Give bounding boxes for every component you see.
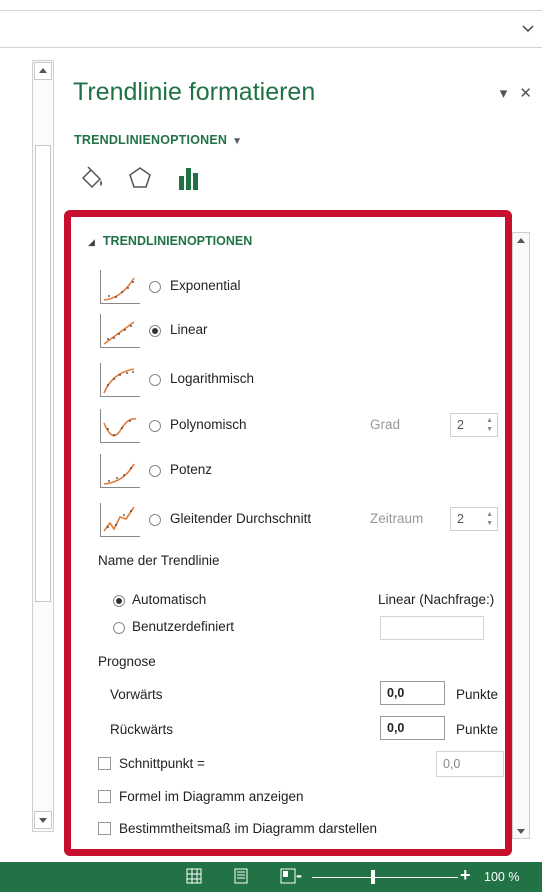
formula-bar[interactable]	[0, 10, 542, 48]
options-category-label: TRENDLINIENOPTIONEN	[74, 133, 228, 147]
effects-pentagon-icon[interactable]	[126, 164, 154, 192]
forward-unit: Punkte	[456, 687, 499, 702]
display-equation-checkbox[interactable]	[98, 790, 111, 803]
scroll-up-icon	[39, 68, 47, 73]
pane-controls: ▾ ✕	[492, 84, 532, 102]
polynomial-order-spinner[interactable]: 2 ▲ ▼	[450, 413, 498, 437]
scroll-down-icon	[39, 818, 47, 823]
pane-title: Trendlinie formatieren	[73, 78, 316, 106]
custom-name-input[interactable]	[380, 616, 484, 640]
zoom-slider-knob[interactable]	[371, 870, 375, 884]
zoom-slider-track[interactable]	[312, 877, 458, 878]
label-linear: Linear	[170, 322, 208, 337]
automatic-name-value: Linear (Nachfrage:)	[378, 592, 495, 607]
trendline-name-heading: Name der Trendlinie	[98, 553, 220, 568]
label-exponential: Exponential	[170, 278, 241, 293]
trend-option-polynomial[interactable]: Polynomisch Grad 2 ▲ ▼	[100, 409, 505, 443]
trend-option-exponential[interactable]: Exponential	[100, 270, 505, 304]
trend-option-power[interactable]: Potenz	[100, 454, 505, 488]
forward-label: Vorwärts	[110, 687, 163, 702]
scroll-up-icon[interactable]	[513, 233, 529, 247]
radio-linear[interactable]	[149, 325, 161, 337]
moving-average-period-spinner[interactable]: 2 ▲ ▼	[450, 507, 498, 531]
polynomial-order-value: 2	[457, 418, 464, 432]
close-icon[interactable]: ✕	[519, 85, 532, 102]
status-bar: - + 100 %	[0, 862, 542, 892]
radio-logarithmic[interactable]	[149, 374, 161, 386]
task-pane-options-icon[interactable]: ▾	[500, 85, 508, 102]
section-header[interactable]: ◢ TRENDLINIENOPTIONEN	[88, 234, 252, 248]
zoom-out-button[interactable]: -	[296, 865, 302, 886]
dropdown-triangle-icon: ▼	[232, 136, 243, 147]
page-layout-view-icon[interactable]	[233, 868, 249, 884]
radio-automatic[interactable]	[113, 595, 125, 607]
scroll-thumb[interactable]	[35, 145, 51, 602]
moving-average-period-label: Zeitraum	[370, 511, 424, 526]
pane-tab-icons	[78, 164, 219, 196]
forecast-heading: Prognose	[98, 654, 156, 669]
zoom-level[interactable]: 100 %	[484, 870, 519, 884]
intercept-label[interactable]: Schnittpunkt =	[119, 756, 205, 771]
spinner-arrows-icon[interactable]: ▲ ▼	[486, 510, 493, 528]
forward-input[interactable]: 0,0	[380, 681, 445, 705]
trend-option-moving-average[interactable]: Gleitender Durchschnitt Zeitraum 2 ▲ ▼	[100, 503, 505, 537]
display-r-squared-checkbox[interactable]	[98, 822, 111, 835]
intercept-input[interactable]: 0,0	[436, 751, 504, 777]
label-power: Potenz	[170, 462, 213, 477]
normal-view-icon[interactable]	[186, 868, 202, 884]
trend-option-linear[interactable]: Linear	[100, 314, 505, 348]
radio-exponential[interactable]	[149, 281, 161, 293]
radio-power[interactable]	[149, 465, 161, 477]
zoom-in-button[interactable]: +	[460, 865, 471, 886]
trendline-options-bar-chart-icon[interactable]	[175, 164, 203, 192]
spinner-arrows-icon[interactable]: ▲ ▼	[486, 416, 493, 434]
label-logarithmic: Logarithmisch	[170, 371, 255, 386]
scroll-up-button[interactable]	[34, 62, 52, 80]
chevron-down-icon[interactable]	[520, 20, 536, 36]
intercept-checkbox[interactable]	[98, 757, 111, 770]
display-r-squared-label[interactable]: Bestimmtheitsmaß im Diagramm darstellen	[119, 821, 377, 836]
page-break-preview-icon[interactable]	[280, 868, 296, 884]
collapse-triangle-icon: ◢	[88, 237, 95, 247]
worksheet-vertical-scrollbar[interactable]	[32, 60, 54, 832]
radio-moving-average[interactable]	[149, 514, 161, 526]
label-custom[interactable]: Benutzerdefiniert	[132, 619, 234, 634]
label-automatic[interactable]: Automatisch	[132, 592, 206, 607]
radio-polynomial[interactable]	[149, 420, 161, 432]
options-category-dropdown[interactable]: TRENDLINIENOPTIONEN ▼	[74, 133, 242, 147]
backward-unit: Punkte	[456, 722, 499, 737]
section-header-label: TRENDLINIENOPTIONEN	[102, 234, 253, 248]
fill-line-icon[interactable]	[78, 164, 106, 192]
backward-input[interactable]: 0,0	[380, 716, 445, 740]
pane-vertical-scrollbar[interactable]	[512, 232, 530, 839]
trend-option-logarithmic[interactable]: Logarithmisch	[100, 363, 505, 397]
polynomial-order-label: Grad	[370, 417, 401, 432]
radio-custom[interactable]	[113, 622, 125, 634]
scroll-down-button[interactable]	[34, 811, 52, 829]
backward-label: Rückwärts	[110, 722, 174, 737]
display-equation-label[interactable]: Formel im Diagramm anzeigen	[119, 789, 304, 804]
moving-average-period-value: 2	[457, 512, 464, 526]
label-polynomial: Polynomisch	[170, 417, 247, 432]
label-moving-average: Gleitender Durchschnitt	[170, 511, 312, 526]
scroll-down-icon[interactable]	[513, 824, 529, 838]
